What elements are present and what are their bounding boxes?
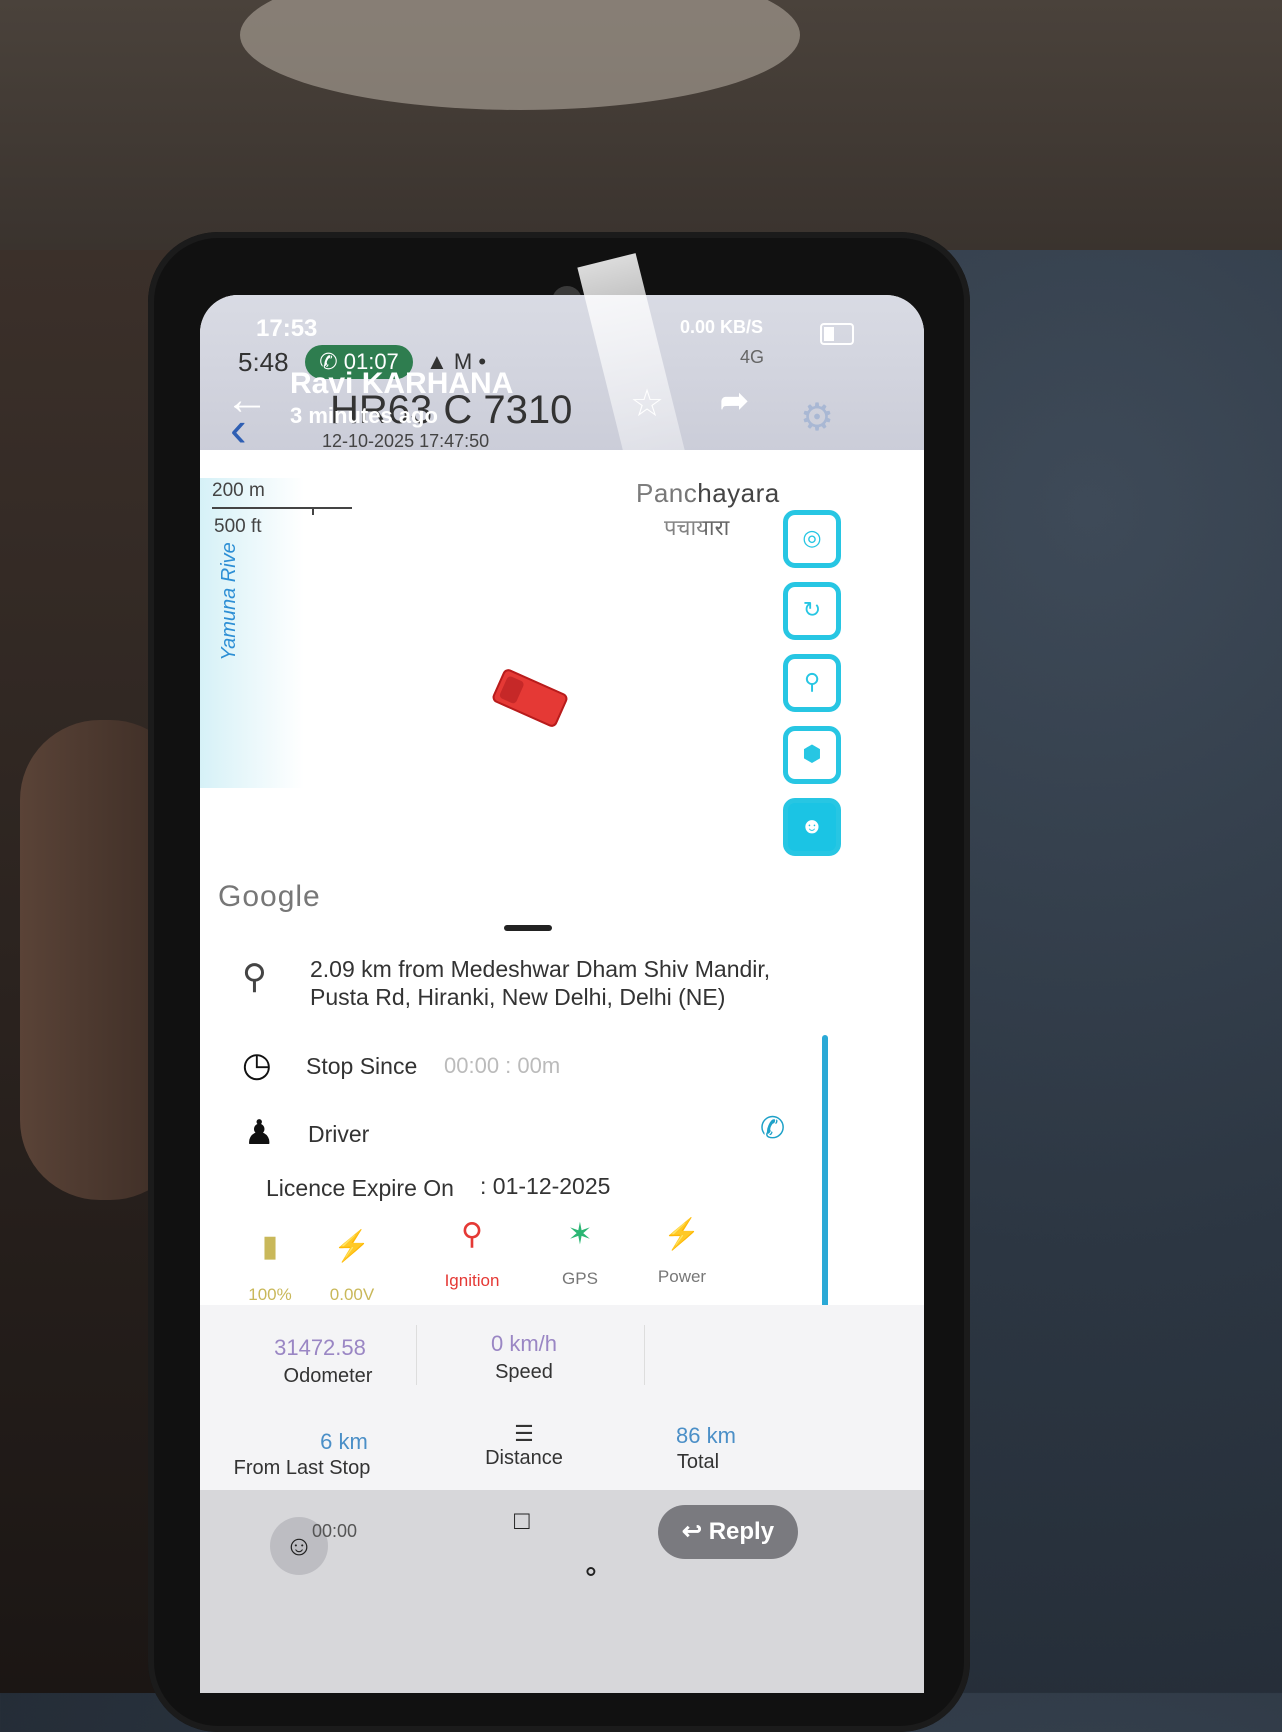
status-time: 5:48 <box>238 347 289 377</box>
address-line-2: Pusta Rd, Hiranki, New Delhi, Delhi (NE) <box>310 984 726 1010</box>
power-battery-icon: ⚡ <box>663 1218 701 1251</box>
gear-icon[interactable]: ⚙ <box>800 395 834 440</box>
stop-since-label: Stop Since <box>306 1053 418 1079</box>
battery-icon <box>820 323 854 345</box>
distance-road-icon: ☰ <box>514 1421 534 1446</box>
contact-name[interactable]: Ravi KARHANA <box>290 367 513 401</box>
reply-button[interactable]: ↩ Reply <box>658 1505 798 1559</box>
status-time-overlay: 17:53 <box>256 315 318 342</box>
address-line-1: 2.09 km from Medeshwar Dham Shiv Mandir, <box>310 956 771 982</box>
total-value: 86 km <box>676 1423 736 1448</box>
shield-icon[interactable]: ⬢ <box>783 726 841 784</box>
speed-label: Speed <box>495 1361 553 1383</box>
driver-person-icon: ♟ <box>244 1114 275 1152</box>
scale-metric: 200 m <box>212 480 265 501</box>
location-pin-icon: ⚲ <box>242 958 267 996</box>
distance-label: Distance <box>485 1447 563 1469</box>
google-attribution: Google <box>218 880 321 913</box>
last-stop-label: From Last Stop <box>233 1457 371 1479</box>
ignition-key-icon: ⚲ <box>461 1218 483 1251</box>
scale-imperial: 500 ft <box>214 516 262 537</box>
phone-screen: 17:53 5:48 ✆ 01:07 ▲ M • 0.00 KB/S 4G ← … <box>200 295 924 1693</box>
power-label: Power <box>657 1267 707 1286</box>
map-view[interactable]: Yamuna Rive 200 m 500 ft Panchayara पचाय… <box>200 450 924 945</box>
metric-divider <box>416 1325 417 1385</box>
geofence-icon[interactable]: ⚲ <box>783 654 841 712</box>
stop-since-value: 00:00 : 00m <box>444 1053 561 1078</box>
driver-car-icon[interactable]: ☻ <box>783 798 841 856</box>
network-speed: 0.00 KB/S <box>680 317 764 337</box>
route-icon[interactable]: ↻ <box>783 582 841 640</box>
call-driver-icon[interactable]: ✆ <box>760 1111 785 1146</box>
address: 2.09 km from Medeshwar Dham Shiv Mandir,… <box>310 955 830 1011</box>
gps-wifi-icon: ✶ <box>567 1218 593 1251</box>
odometer-label: Odometer <box>283 1365 373 1387</box>
odometer-value: 31472.58 <box>274 1335 366 1360</box>
contact-status: 3 minutes ago <box>290 403 438 428</box>
overlay-partial-text: 00:00 <box>312 1521 358 1541</box>
locate-icon[interactable]: ◎ <box>783 510 841 568</box>
clock-icon: ◷ <box>242 1046 272 1084</box>
battery-full-icon: ▮ <box>261 1230 279 1263</box>
licence-label: Licence Expire On <box>266 1175 454 1201</box>
speed-value: 0 km/h <box>490 1331 558 1356</box>
scale-tick <box>312 507 314 515</box>
metric-divider <box>644 1325 645 1385</box>
forward-icon[interactable]: ➦ <box>720 381 749 421</box>
ignition-label: Ignition <box>444 1271 500 1290</box>
share-icon[interactable]: ⚬ <box>580 1557 602 1588</box>
last-stop-value: 6 km <box>320 1429 368 1454</box>
sheet-drag-handle[interactable] <box>504 925 552 931</box>
parking-icon[interactable]: □ <box>514 1505 530 1536</box>
last-update-datetime: 12-10-2025 17:47:50 <box>322 431 490 451</box>
scale-bar <box>212 507 352 509</box>
reply-label: Reply <box>708 1518 775 1545</box>
voltage-battery-icon: ⚡ <box>333 1230 371 1263</box>
voltage-value: 0.00V <box>329 1285 375 1304</box>
gps-label: GPS <box>562 1269 598 1288</box>
vehicle-marker-icon[interactable] <box>490 667 570 729</box>
licence-expiry-value: : 01-12-2025 <box>480 1173 611 1199</box>
river-label: Yamuna Rive <box>217 542 240 661</box>
driver-label: Driver <box>308 1121 370 1147</box>
total-label: Total <box>676 1451 720 1473</box>
signal-label: 4G <box>740 347 765 367</box>
